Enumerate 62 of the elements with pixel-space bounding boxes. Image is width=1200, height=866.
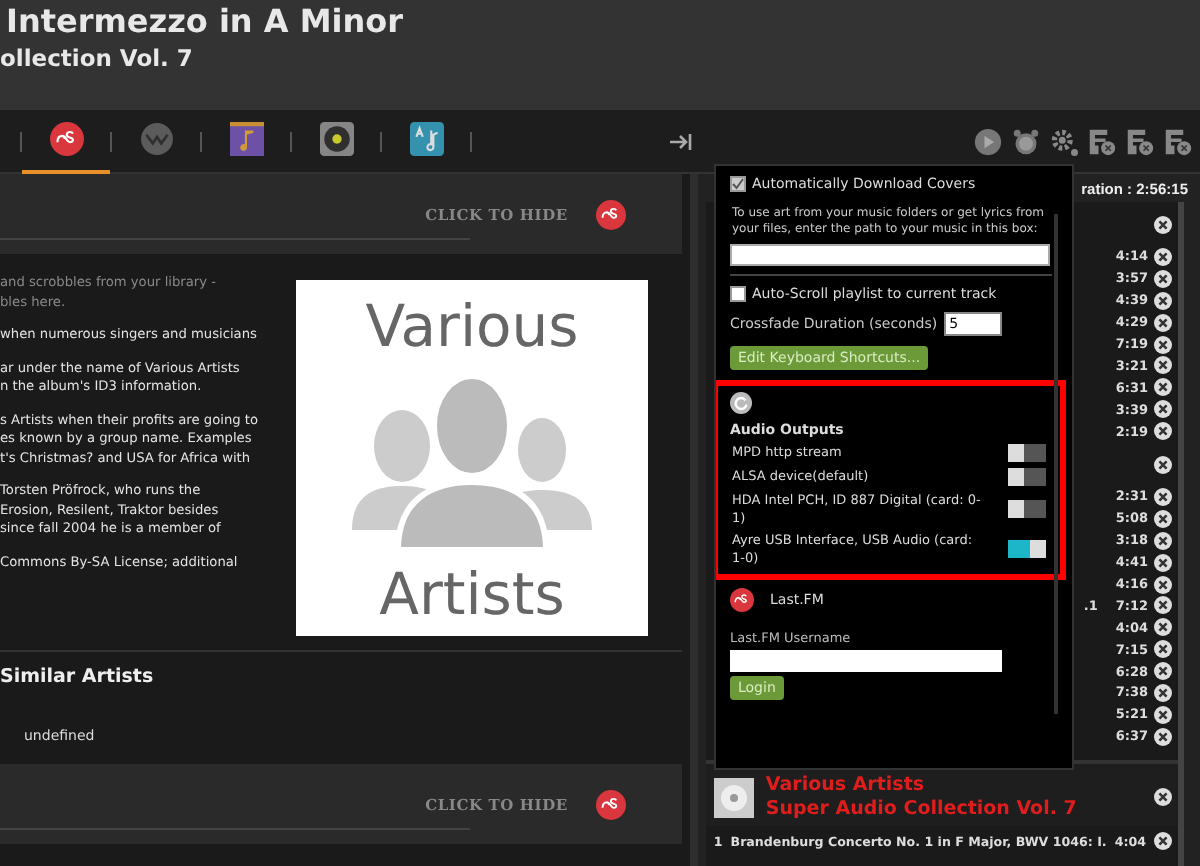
checkbox[interactable] (730, 286, 746, 302)
close-icon[interactable] (1154, 247, 1172, 266)
cd-icon (713, 777, 754, 818)
settings-icon (1050, 127, 1078, 155)
close-icon[interactable] (1154, 335, 1172, 353)
close-icon[interactable] (1154, 553, 1172, 572)
toolbar-button[interactable] (974, 127, 1002, 155)
playlist-remove-icon (1126, 127, 1154, 155)
playlist-remove-icon (1088, 127, 1116, 155)
toggle-switch[interactable] (1008, 540, 1046, 558)
image-caption: Various (365, 292, 579, 360)
close-icon[interactable] (1154, 487, 1172, 506)
username-field[interactable] (730, 650, 1002, 672)
close-icon[interactable] (1154, 831, 1172, 850)
disc-icon (319, 122, 353, 156)
lyrics-icon (409, 122, 443, 156)
close-icon[interactable] (1154, 727, 1172, 746)
toggle-switch[interactable] (1008, 468, 1046, 486)
toolbar-button[interactable] (1012, 127, 1040, 155)
close-icon[interactable] (1154, 455, 1172, 474)
lastfm-icon (49, 122, 83, 156)
close-icon[interactable] (1154, 596, 1172, 615)
toolbar-button[interactable] (1088, 127, 1116, 155)
close-icon[interactable] (1154, 269, 1172, 288)
album-name: Super Audio Collection Vol. 7 (765, 797, 1079, 822)
alarm-clock-icon (1012, 127, 1040, 155)
toolbar-button[interactable] (1126, 127, 1154, 155)
lastfm-icon (595, 789, 626, 819)
lastfm-icon (730, 588, 754, 612)
close-icon[interactable] (1154, 618, 1172, 637)
lastfm-icon (595, 199, 626, 229)
close-icon[interactable] (1154, 531, 1172, 550)
album-title: ollection Vol. 7 (0, 44, 195, 72)
music-path-field[interactable] (730, 244, 1050, 266)
close-icon[interactable] (1154, 640, 1172, 659)
album-artist: Various Artists (765, 773, 927, 798)
close-icon[interactable] (1154, 313, 1172, 332)
toggle-switch[interactable] (1008, 500, 1046, 518)
close-icon[interactable] (1154, 422, 1172, 441)
playlist-remove-icon (1164, 127, 1192, 155)
toolbar-button[interactable] (1164, 127, 1192, 155)
close-icon[interactable] (1154, 662, 1172, 681)
close-icon[interactable] (1154, 356, 1172, 375)
close-icon[interactable] (1154, 378, 1172, 397)
checkbox[interactable] (730, 176, 746, 192)
toolbar-button[interactable] (1050, 127, 1078, 155)
close-icon[interactable] (1154, 291, 1172, 310)
collapse-icon[interactable] (670, 133, 692, 149)
close-icon[interactable] (1154, 705, 1172, 724)
close-icon[interactable] (1154, 683, 1172, 702)
close-icon[interactable] (1154, 575, 1172, 594)
close-icon[interactable] (1154, 215, 1172, 233)
close-icon[interactable] (1154, 509, 1172, 528)
toggle-switch[interactable] (1008, 444, 1046, 462)
section-title: Similar Artists (0, 664, 156, 688)
play-icon (974, 127, 1002, 155)
music-note-icon (229, 122, 263, 156)
refresh-icon[interactable] (730, 392, 752, 414)
image-caption: Artists (379, 560, 565, 628)
close-icon[interactable] (1154, 400, 1172, 419)
track-title: Intermezzo in A Minor (6, 2, 406, 42)
close-icon[interactable] (1154, 788, 1172, 807)
